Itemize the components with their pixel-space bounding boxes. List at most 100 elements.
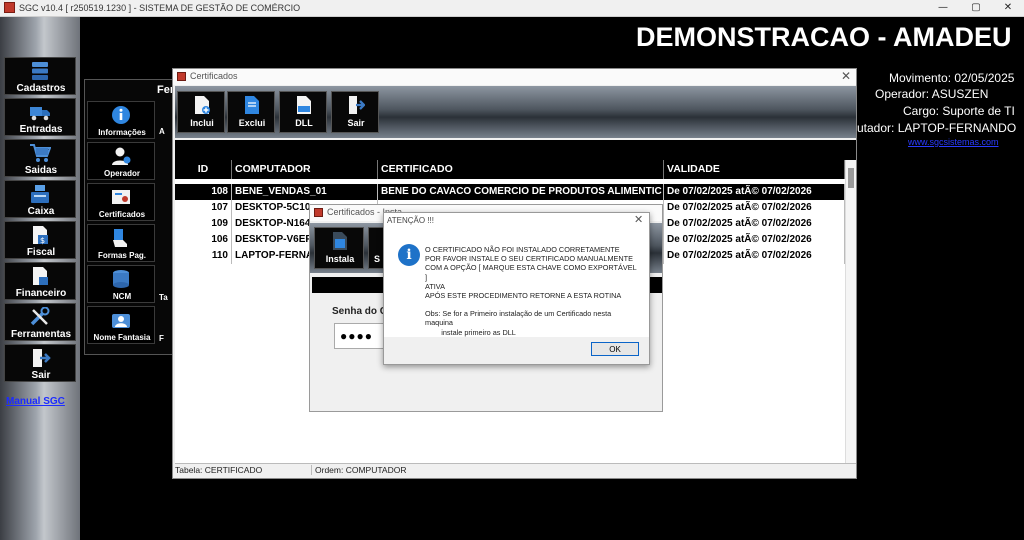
message-line: instale primeiro as DLL [425, 327, 516, 337]
status-bar: Tabela: CERTIFICADO Ordem: COMPUTADOR [175, 463, 856, 478]
cell-validade: De 07/02/2025 atÃ© 07/02/2026 [664, 216, 845, 232]
ferramentas-panel: Fer Informações Operador Certificados Fo… [84, 79, 178, 355]
app-title: SGC v10.4 [ r250519.1230 ] - SISTEMA DE … [19, 3, 301, 13]
payment-icon [113, 229, 127, 247]
sidebar-item-label: Entradas [19, 124, 63, 135]
alert-footer: OK [384, 337, 649, 364]
table-scrollbar[interactable] [845, 160, 856, 467]
alert-titlebar: ATENÇÃO !!! ✕ [384, 213, 649, 229]
window-app-icon [177, 72, 186, 81]
cart-icon [30, 144, 51, 162]
sair-button[interactable]: Sair [331, 91, 379, 133]
tool-formas-pag[interactable]: Formas Pag. [87, 224, 155, 262]
sidebar-item-label: Cadastros [16, 83, 66, 94]
sidebar-item-label: Sair [31, 370, 51, 381]
manual-link[interactable]: Manual SGC [6, 396, 65, 407]
table-row[interactable]: 108 BENE_VENDAS_01 BENE DO CAVACO COMERC… [175, 184, 845, 200]
inclui-button[interactable]: Inclui [177, 91, 225, 133]
company-headline: DEMONSTRACAO - AMADEU [636, 22, 1012, 52]
message-line: POR FAVOR INSTALE O SEU CERTIFICADO MANU… [425, 254, 633, 264]
sidebar-item-cadastros[interactable]: Cadastros [4, 57, 76, 95]
window-titlebar: Certificados ✕ [173, 69, 856, 85]
close-icon[interactable]: ✕ [634, 213, 643, 226]
dll-icon [297, 96, 311, 114]
install-doc-icon [333, 232, 347, 250]
info-icon [112, 106, 130, 124]
cell-validade: De 07/02/2025 atÃ© 07/02/2026 [664, 232, 845, 248]
message-line: maquina [425, 318, 453, 328]
alert-message: O CERTIFICADO NÃO FOI INSTALADO CORRETAM… [425, 245, 640, 337]
cell-certificado: BENE DO CAVACO COMERCIO DE PRODUTOS ALIM… [378, 184, 664, 200]
sidebar-item-financeiro[interactable]: Financeiro [4, 262, 76, 300]
message-line: Obs: Se for a Primeiro instalação de um … [425, 309, 612, 319]
delete-doc-icon [245, 96, 259, 114]
message-line: COM A OPÇÃO [ MARQUE ESTA CHAVE COMO EXP… [425, 263, 637, 282]
column-header-id[interactable]: ID [175, 160, 232, 179]
tool-label: NCM [112, 292, 132, 301]
cell-id: 110 [175, 248, 232, 264]
main-sidebar: Cadastros Entradas Saidas Caixa $ Fiscal… [0, 17, 80, 540]
message-line: APÓS ESTE PROCEDIMENTO RETORNE A ESTA RO… [425, 291, 622, 301]
tool-label: Certificados [98, 210, 146, 219]
fantasy-name-icon [112, 314, 130, 328]
minimize-button[interactable]: — [927, 0, 959, 16]
column-header-certificado[interactable]: CERTIFICADO [378, 160, 664, 179]
close-button[interactable]: ✕ [992, 0, 1024, 16]
exclui-button[interactable]: Exclui [227, 91, 275, 133]
exit-icon [33, 349, 51, 367]
tool-label: Nome Fantasia [93, 333, 151, 342]
ncm-db-icon [113, 270, 129, 288]
tool-certificados[interactable]: Certificados [87, 183, 155, 221]
cargo-text: Cargo: Suporte de TI [903, 104, 1015, 118]
tool-label: Formas Pag. [97, 251, 146, 260]
filter-bar [175, 140, 856, 160]
scrollbar-thumb[interactable] [848, 168, 854, 188]
column-header-computador[interactable]: COMPUTADOR [232, 160, 378, 179]
panel-fragment: A [159, 127, 165, 136]
app-title-bar: SGC v10.4 [ r250519.1230 ] - SISTEMA DE … [0, 0, 1024, 17]
cell-id: 109 [175, 216, 232, 232]
close-icon[interactable]: ✕ [841, 69, 851, 83]
tool-informacoes[interactable]: Informações [87, 101, 155, 139]
cell-id: 106 [175, 232, 232, 248]
computador-text: utador: LAPTOP-FERNANDO [857, 121, 1017, 135]
alert-title: ATENÇÃO !!! [387, 216, 434, 225]
sidebar-item-caixa[interactable]: Caixa [4, 180, 76, 218]
toolbar-label: Inclui [190, 118, 214, 128]
message-line: O CERTIFICADO NÃO FOI INSTALADO CORRETAM… [425, 245, 620, 254]
sidebar-item-sair[interactable]: Sair [4, 344, 76, 382]
ok-button[interactable]: OK [591, 342, 639, 356]
toolbar-label: Instala [325, 254, 355, 264]
sair-button[interactable]: S [368, 227, 384, 269]
fiscal-doc-icon: $ [33, 226, 48, 245]
column-header-validade[interactable]: VALIDADE [664, 160, 845, 179]
operador-text: Operador: ASUSZEN [875, 87, 989, 101]
panel-fragment: Ta [159, 293, 168, 302]
finance-doc-icon [33, 267, 48, 285]
sidebar-item-entradas[interactable]: Entradas [4, 98, 76, 136]
maximize-button[interactable]: ▢ [960, 0, 992, 16]
sidebar-item-fiscal[interactable]: $ Fiscal [4, 221, 76, 259]
sidebar-item-saidas[interactable]: Saidas [4, 139, 76, 177]
website-link[interactable]: www.sgcsistemas.com [908, 137, 999, 147]
cell-validade: De 07/02/2025 atÃ© 07/02/2026 [664, 200, 845, 216]
dll-button[interactable]: DLL [279, 91, 327, 133]
cell-computador: BENE_VENDAS_01 [232, 184, 378, 200]
tool-label: Operador [103, 169, 140, 178]
tool-ncm[interactable]: NCM [87, 265, 155, 303]
window-app-icon [314, 208, 323, 217]
sidebar-item-label: Saidas [24, 165, 58, 176]
toolbar-label: Exclui [238, 118, 266, 128]
toolbar-label: Sair [347, 118, 365, 128]
sidebar-item-label: Ferramentas [10, 329, 72, 340]
alert-dialog: ATENÇÃO !!! ✕ i O CERTIFICADO NÃO FOI IN… [383, 212, 650, 365]
tool-nome-fantasia[interactable]: Nome Fantasia [87, 306, 155, 344]
tool-operador[interactable]: Operador [87, 142, 155, 180]
app-logo-icon [4, 2, 15, 13]
sidebar-item-label: Fiscal [26, 247, 56, 258]
sidebar-item-ferramentas[interactable]: Ferramentas [4, 303, 76, 341]
status-order: Ordem: COMPUTADOR [311, 465, 406, 475]
cell-validade: De 07/02/2025 atÃ© 07/02/2026 [664, 248, 845, 264]
svg-text:$: $ [40, 236, 45, 245]
instala-button[interactable]: Instala [314, 227, 364, 269]
